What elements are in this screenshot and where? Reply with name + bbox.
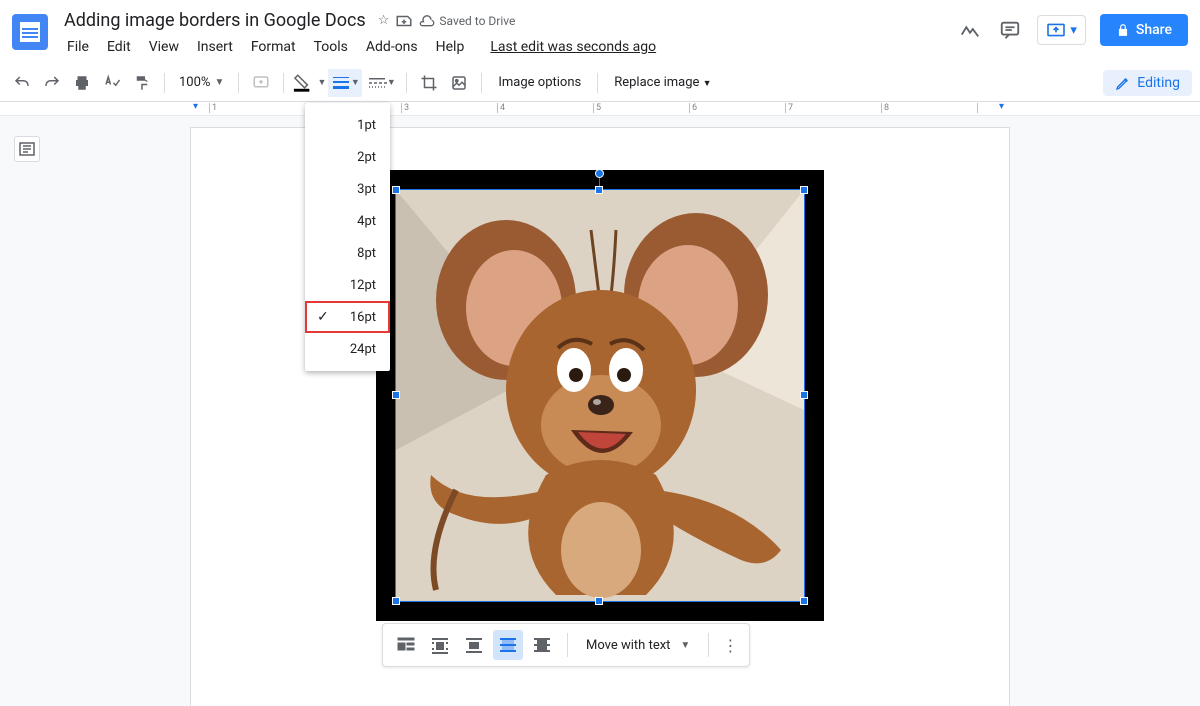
chevron-down-icon: ▼ xyxy=(214,77,224,88)
menu-tools[interactable]: Tools xyxy=(307,35,355,59)
document-title[interactable]: Adding image borders in Google Docs xyxy=(60,8,370,33)
chevron-down-icon: ▼ xyxy=(703,79,712,89)
toolbar: 100%▼ ▼ ▼ ▼ Image options Replace image … xyxy=(0,64,1200,102)
border-weight-option[interactable]: 2pt xyxy=(305,141,390,173)
spellcheck-button[interactable] xyxy=(98,69,126,97)
border-weight-option[interactable]: 24pt xyxy=(305,333,390,365)
border-color-button[interactable]: ▼ xyxy=(292,69,326,97)
menu-edit[interactable]: Edit xyxy=(100,35,138,59)
add-comment-button[interactable] xyxy=(247,69,275,97)
share-label: Share xyxy=(1136,22,1172,38)
border-dash-button[interactable]: ▼ xyxy=(364,69,398,97)
menu-bar: File Edit View Insert Format Tools Add-o… xyxy=(60,35,663,59)
editing-mode-button[interactable]: Editing xyxy=(1103,70,1192,96)
menu-format[interactable]: Format xyxy=(244,35,303,59)
wrap-behind-button[interactable] xyxy=(493,630,523,660)
menu-insert[interactable]: Insert xyxy=(190,35,240,59)
last-edit-link[interactable]: Last edit was seconds ago xyxy=(483,35,663,59)
outline-toggle-button[interactable] xyxy=(14,136,40,162)
border-weight-option[interactable]: 8pt xyxy=(305,237,390,269)
wrap-break-button[interactable] xyxy=(459,630,489,660)
wrap-text-button[interactable] xyxy=(425,630,455,660)
border-weight-button[interactable]: ▼ xyxy=(328,69,362,97)
border-weight-option-selected[interactable]: 16pt xyxy=(305,301,390,333)
image-floating-toolbar: Move with text ▼ ⋮ xyxy=(382,623,750,667)
wrap-front-button[interactable] xyxy=(527,630,557,660)
document-canvas[interactable] xyxy=(0,116,1200,706)
docs-logo-icon[interactable] xyxy=(12,14,48,50)
border-weight-option[interactable]: 12pt xyxy=(305,269,390,301)
crop-button[interactable] xyxy=(415,69,443,97)
comments-icon[interactable] xyxy=(997,17,1023,43)
border-weight-dropdown: 1pt 2pt 3pt 4pt 8pt 12pt 16pt 24pt xyxy=(305,103,390,371)
redo-button[interactable] xyxy=(38,69,66,97)
move-with-text-select[interactable]: Move with text ▼ xyxy=(576,638,700,653)
border-weight-option[interactable]: 1pt xyxy=(305,109,390,141)
move-icon[interactable] xyxy=(395,12,413,30)
wrap-inline-button[interactable] xyxy=(391,630,421,660)
present-button[interactable]: ▾ xyxy=(1037,15,1086,45)
star-icon[interactable]: ☆ xyxy=(378,13,390,28)
menu-addons[interactable]: Add-ons xyxy=(359,35,425,59)
more-options-button[interactable]: ⋮ xyxy=(717,636,743,655)
menu-help[interactable]: Help xyxy=(429,35,472,59)
header-actions: ▾ Share xyxy=(957,8,1188,46)
zoom-select[interactable]: 100%▼ xyxy=(173,75,230,90)
reset-image-button[interactable] xyxy=(445,69,473,97)
horizontal-ruler[interactable]: ▾ 1 2 3 4 5 6 7 8 ▾ xyxy=(0,102,1200,116)
app-header: Adding image borders in Google Docs ☆ Sa… xyxy=(0,0,1200,64)
menu-file[interactable]: File xyxy=(60,35,96,59)
undo-button[interactable] xyxy=(8,69,36,97)
image-options-button[interactable]: Image options xyxy=(490,71,589,94)
menu-view[interactable]: View xyxy=(142,35,186,59)
activity-icon[interactable] xyxy=(957,17,983,43)
print-button[interactable] xyxy=(68,69,96,97)
inserted-image[interactable] xyxy=(376,170,824,621)
replace-image-button[interactable]: Replace image ▼ xyxy=(606,71,719,94)
paint-format-button[interactable] xyxy=(128,69,156,97)
chevron-down-icon: ▼ xyxy=(680,640,690,651)
title-area: Adding image borders in Google Docs ☆ Sa… xyxy=(60,8,663,59)
border-weight-option[interactable]: 4pt xyxy=(305,205,390,237)
share-button[interactable]: Share xyxy=(1100,14,1188,46)
border-weight-option[interactable]: 3pt xyxy=(305,173,390,205)
saved-status[interactable]: Saved to Drive xyxy=(419,13,515,29)
chevron-down-icon: ▾ xyxy=(1070,23,1077,38)
